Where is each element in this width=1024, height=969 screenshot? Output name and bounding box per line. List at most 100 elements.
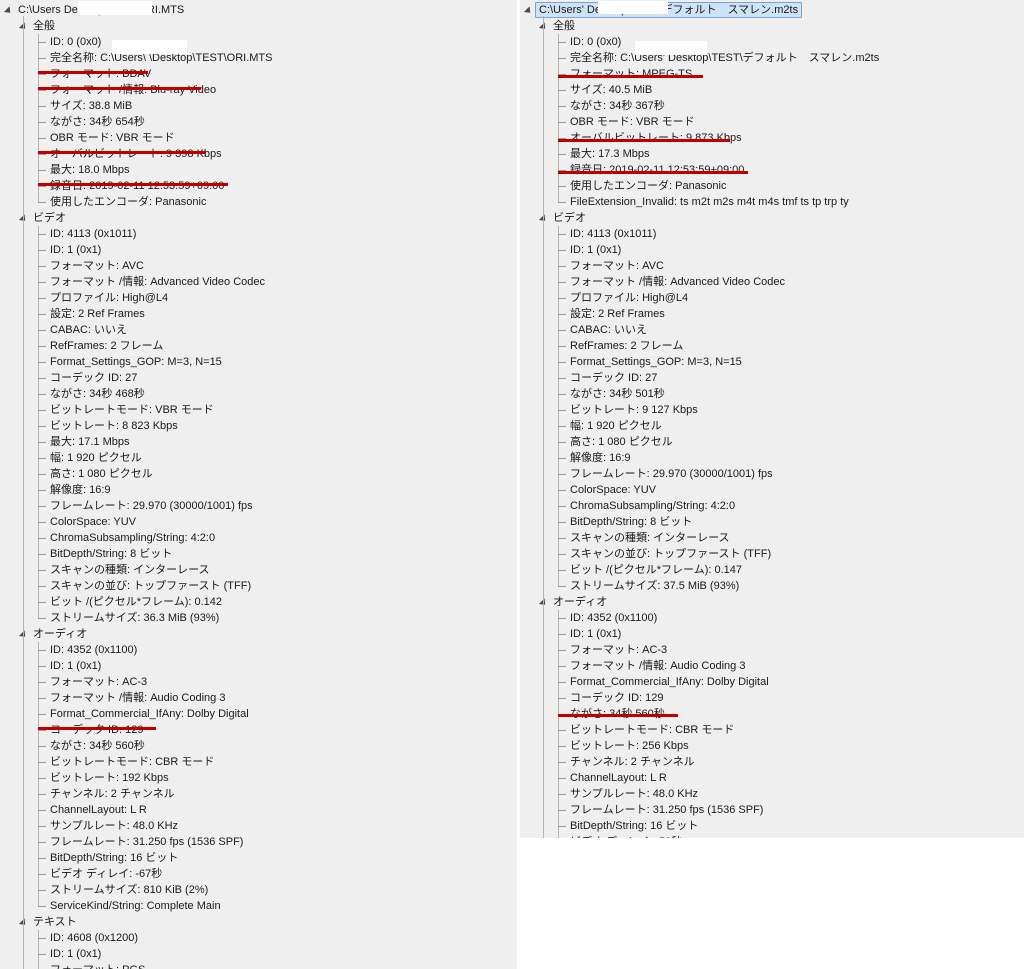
tree-property-row[interactable]: ChannelLayout: L R (520, 770, 1024, 786)
tree-property-row[interactable]: 幅: 1 920 ピクセル (0, 450, 517, 466)
tree-property-row[interactable]: 解像度: 16:9 (520, 450, 1024, 466)
tree-property-row[interactable]: コーデック ID: 27 (0, 370, 517, 386)
tree-property-row[interactable]: RefFrames: 2 フレーム (0, 338, 517, 354)
tree-property-row[interactable]: ID: 1 (0x1) (520, 626, 1024, 642)
tree-property-row[interactable]: ID: 0 (0x0) (520, 34, 1024, 50)
tree-property-row[interactable]: ながさ: 34秒 501秒 (520, 386, 1024, 402)
tree-property-row[interactable]: コーデック ID: 129 (0, 722, 517, 738)
tree-property-row[interactable]: ストリームサイズ: 810 KiB (2%) (0, 882, 517, 898)
tree-property-row[interactable]: フォーマット /情報: Audio Coding 3 (520, 658, 1024, 674)
tree-property-row[interactable]: ID: 4608 (0x1200) (0, 930, 517, 946)
tree-property-row[interactable]: ビデオ ディレイ: -67秒 (0, 866, 517, 882)
tree-property-row[interactable]: Format_Commercial_IfAny: Dolby Digital (520, 674, 1024, 690)
tree-property-row[interactable]: フォーマット: MPEG-TS (520, 66, 1024, 82)
tree-property-row[interactable]: 高さ: 1 080 ピクセル (0, 466, 517, 482)
tree-property-row[interactable]: ID: 4352 (0x1100) (0, 642, 517, 658)
tree-property-row[interactable]: ID: 1 (0x1) (0, 946, 517, 962)
tree-property-row[interactable]: 最大: 17.1 Mbps (0, 434, 517, 450)
tree-property-row[interactable]: チャンネル: 2 チャンネル (520, 754, 1024, 770)
tree-property-row[interactable]: ID: 1 (0x1) (0, 658, 517, 674)
tree-property-row[interactable]: BitDepth/String: 16 ビット (520, 818, 1024, 834)
tree-property-row[interactable]: チャンネル: 2 チャンネル (0, 786, 517, 802)
tree-property-row[interactable]: フレームレート: 31.250 fps (1536 SPF) (0, 834, 517, 850)
tree-property-row[interactable]: ビットレートモード: VBR モード (0, 402, 517, 418)
tree-property-row[interactable]: ServiceKind/String: Complete Main (0, 898, 517, 914)
tree-property-row[interactable]: Format_Settings_GOP: M=3, N=15 (520, 354, 1024, 370)
tree-property-row[interactable]: BitDepth/String: 16 ビット (0, 850, 517, 866)
tree-property-row[interactable]: ながさ: 34秒 468秒 (0, 386, 517, 402)
tree-property-row[interactable]: FileExtension_Invalid: ts m2t m2s m4t m4… (520, 194, 1024, 210)
tree-property-row[interactable]: スキャンの種類: インターレース (0, 562, 517, 578)
tree-property-row[interactable]: RefFrames: 2 フレーム (520, 338, 1024, 354)
tree-property-row[interactable]: 最大: 18.0 Mbps (0, 162, 517, 178)
tree-section-header[interactable]: ビデオ (520, 210, 1024, 226)
tree-property-row[interactable]: ColorSpace: YUV (520, 482, 1024, 498)
tree-property-row[interactable]: フォーマット: AC-3 (0, 674, 517, 690)
tree-property-row[interactable]: 完全名称: C:\Users\ \Desktop\TEST\ORI.MTS (0, 50, 517, 66)
tree-property-row[interactable]: ID: 0 (0x0) (0, 34, 517, 50)
tree-property-row[interactable]: サイズ: 38.8 MiB (0, 98, 517, 114)
tree-property-row[interactable]: ID: 1 (0x1) (520, 242, 1024, 258)
tree-property-row[interactable]: ChannelLayout: L R (0, 802, 517, 818)
tree-property-row[interactable]: フォーマット /情報: Advanced Video Codec (520, 274, 1024, 290)
tree-property-row[interactable]: 録音日: 2019-02-11 12:53:59+09:00 (520, 162, 1024, 178)
tree-property-row[interactable]: OBR モード: VBR モード (520, 114, 1024, 130)
tree-section-header[interactable]: オーディオ (520, 594, 1024, 610)
tree-property-row[interactable]: 最大: 17.3 Mbps (520, 146, 1024, 162)
tree-property-row[interactable]: 設定: 2 Ref Frames (0, 306, 517, 322)
tree-property-row[interactable]: ビット /(ピクセル*フレーム): 0.147 (520, 562, 1024, 578)
expander-triangle-icon[interactable] (3, 6, 14, 16)
tree-property-row[interactable]: プロファイル: High@L4 (0, 290, 517, 306)
tree-property-row[interactable]: フォーマット: PGS (0, 962, 517, 969)
tree-property-row[interactable]: 高さ: 1 080 ピクセル (520, 434, 1024, 450)
tree-property-row[interactable]: スキャンの並び: トップファースト (TFF) (520, 546, 1024, 562)
tree-property-row[interactable]: OBR モード: VBR モード (0, 130, 517, 146)
tree-property-row[interactable]: ビットレートモード: CBR モード (0, 754, 517, 770)
tree-property-row[interactable]: Format_Settings_GOP: M=3, N=15 (0, 354, 517, 370)
tree-property-row[interactable]: 使用したエンコーダ: Panasonic (0, 194, 517, 210)
tree-property-row[interactable]: CABAC: いいえ (520, 322, 1024, 338)
tree-property-row[interactable]: サイズ: 40.5 MiB (520, 82, 1024, 98)
tree-property-row[interactable]: フォーマット: BDAV (0, 66, 517, 82)
tree-property-row[interactable]: ビデオ ディレイ: -52秒 (520, 834, 1024, 838)
tree-property-row[interactable]: ChromaSubsampling/String: 4:2:0 (0, 530, 517, 546)
tree-property-row[interactable]: ColorSpace: YUV (0, 514, 517, 530)
tree-property-row[interactable]: ビットレート: 192 Kbps (0, 770, 517, 786)
left-mediainfo-tree-panel[interactable]: C:\Users Desktop\TEST\ORI.MTS全般ID: 0 (0x… (0, 0, 517, 969)
tree-property-row[interactable]: フレームレート: 29.970 (30000/1001) fps (520, 466, 1024, 482)
tree-property-row[interactable]: ストリームサイズ: 36.3 MiB (93%) (0, 610, 517, 626)
tree-property-row[interactable]: ID: 4113 (0x1011) (520, 226, 1024, 242)
tree-section-header[interactable]: オーディオ (0, 626, 517, 642)
tree-property-row[interactable]: 解像度: 16:9 (0, 482, 517, 498)
tree-property-row[interactable]: プロファイル: High@L4 (520, 290, 1024, 306)
tree-property-row[interactable]: フォーマット: AVC (520, 258, 1024, 274)
right-mediainfo-tree-panel[interactable]: C:\Users' Desktop\TEST\デフォルト スマレン.m2ts 全般… (520, 0, 1024, 838)
tree-property-row[interactable]: ストリームサイズ: 37.5 MiB (93%) (520, 578, 1024, 594)
tree-property-row[interactable]: ながさ: 34秒 367秒 (520, 98, 1024, 114)
tree-property-row[interactable]: CABAC: いいえ (0, 322, 517, 338)
tree-property-row[interactable]: ビットレート: 256 Kbps (520, 738, 1024, 754)
expander-triangle-icon[interactable] (523, 6, 534, 16)
tree-property-row[interactable]: コーデック ID: 129 (520, 690, 1024, 706)
tree-property-row[interactable]: 完全名称: C:\Users' Desktop\TEST\デフォルト スマレン.… (520, 50, 1024, 66)
tree-property-row[interactable]: スキャンの並び: トップファースト (TFF) (0, 578, 517, 594)
tree-section-header[interactable]: テキスト (0, 914, 517, 930)
tree-property-row[interactable]: 録音日: 2019-02-11 12:53:59+09:00 (0, 178, 517, 194)
tree-property-row[interactable]: 幅: 1 920 ピクセル (520, 418, 1024, 434)
tree-property-row[interactable]: ビットレート: 8 823 Kbps (0, 418, 517, 434)
tree-property-row[interactable]: フォーマット /情報: Advanced Video Codec (0, 274, 517, 290)
tree-property-row[interactable]: BitDepth/String: 8 ビット (520, 514, 1024, 530)
tree-property-row[interactable]: ながさ: 34秒 654秒 (0, 114, 517, 130)
tree-property-row[interactable]: ID: 4113 (0x1011) (0, 226, 517, 242)
right-tree[interactable]: C:\Users' Desktop\TEST\デフォルト スマレン.m2ts 全般… (520, 0, 1024, 838)
tree-property-row[interactable]: フォーマット /情報: Audio Coding 3 (0, 690, 517, 706)
tree-property-row[interactable]: フレームレート: 29.970 (30000/1001) fps (0, 498, 517, 514)
tree-property-row[interactable]: BitDepth/String: 8 ビット (0, 546, 517, 562)
tree-property-row[interactable]: ChromaSubsampling/String: 4:2:0 (520, 498, 1024, 514)
tree-property-row[interactable]: コーデック ID: 27 (520, 370, 1024, 386)
left-tree[interactable]: C:\Users Desktop\TEST\ORI.MTS全般ID: 0 (0x… (0, 0, 517, 969)
tree-property-row[interactable]: スキャンの種類: インターレース (520, 530, 1024, 546)
tree-property-row[interactable]: 設定: 2 Ref Frames (520, 306, 1024, 322)
tree-property-row[interactable]: ビットレート: 9 127 Kbps (520, 402, 1024, 418)
tree-property-row[interactable]: ビットレートモード: CBR モード (520, 722, 1024, 738)
